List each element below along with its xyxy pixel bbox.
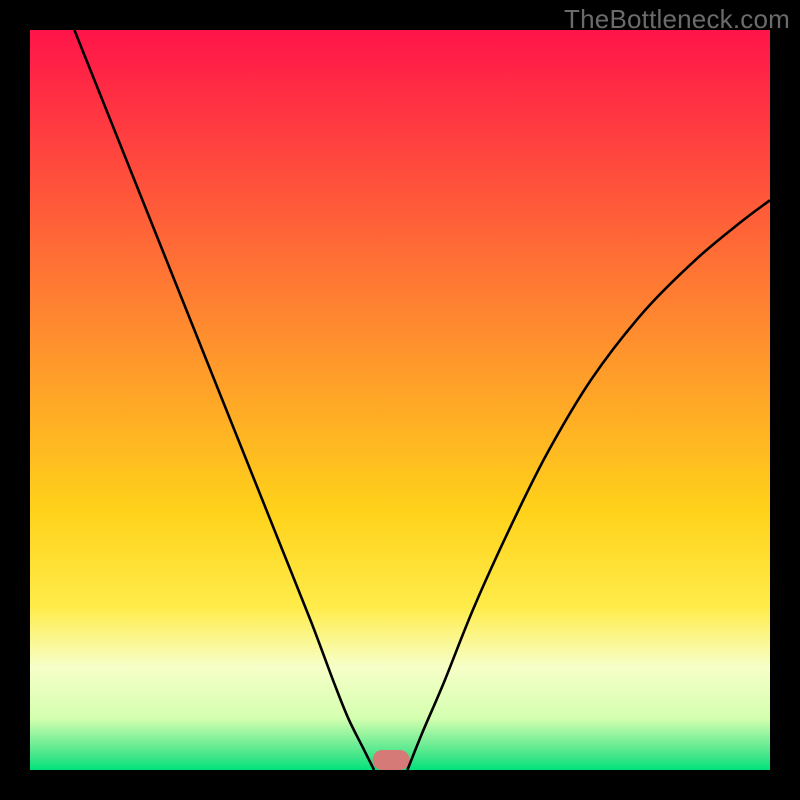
gradient-bg [30, 30, 770, 770]
chart-svg [30, 30, 770, 770]
plot-area [30, 30, 770, 770]
bottleneck-marker [373, 750, 410, 770]
chart-frame: TheBottleneck.com [0, 0, 800, 800]
